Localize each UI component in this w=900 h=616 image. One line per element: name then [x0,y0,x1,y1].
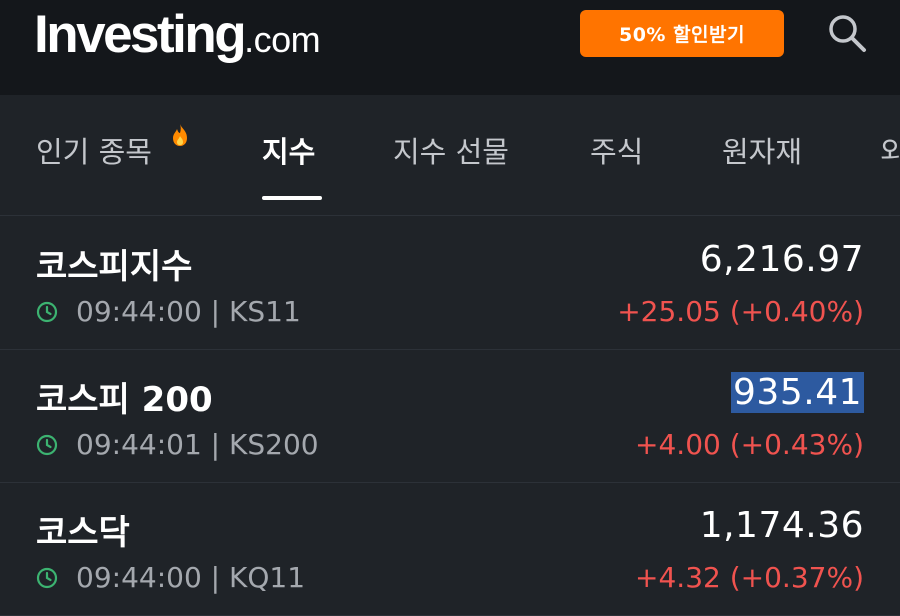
fire-icon [170,123,190,147]
list-item[interactable]: 코스피 200 09:44:01 | KS200 935.41 +4.00 (+… [0,350,900,483]
logo-suffix-text: .com [244,19,321,60]
active-tab-indicator [262,196,322,200]
price-change: +25.05 (+0.40%) [617,295,864,328]
last-price: 1,174.36 [699,505,864,546]
clock-icon [36,567,58,588]
list-item[interactable]: 코스닥 09:44:00 | KQ11 1,174.36 +4.32 (+0.3… [0,483,900,616]
logo-main-text: Investing [34,5,247,64]
instrument-name: 코스닥 [36,513,130,553]
search-icon[interactable] [826,12,870,56]
tab-popular[interactable]: 인기 종목 [36,129,152,171]
instrument-meta: 09:44:00 | KQ11 [36,561,305,594]
selected-price-text[interactable]: 935.41 [731,372,864,413]
clock-icon [36,434,58,455]
time-and-code: 09:44:00 | KQ11 [76,561,306,594]
top-header: Investing.com 50% 할인받기 [0,0,900,95]
time-and-code: 09:44:01 | KS200 [76,428,319,461]
instrument-name: 코스피 200 [36,380,213,420]
tab-index-futures[interactable]: 지수 선물 [393,129,509,171]
list-item[interactable]: 코스피지수 09:44:00 | KS11 6,216.97 +25.05 (+… [0,217,900,350]
instrument-meta: 09:44:00 | KS11 [36,295,301,328]
instrument-name: 코스피지수 [36,247,193,287]
last-price: 935.41 [731,372,864,413]
price-change: +4.00 (+0.43%) [635,428,864,461]
tab-stocks[interactable]: 주식 [590,129,643,171]
category-tabs: 인기 종목 지수 지수 선물 주식 원자재 외 [0,95,900,216]
promo-discount-button[interactable]: 50% 할인받기 [580,10,784,57]
time-and-code: 09:44:00 | KS11 [76,295,301,328]
tab-indices[interactable]: 지수 [262,129,315,171]
last-price: 6,216.97 [699,239,864,280]
investing-logo[interactable]: Investing.com [34,4,321,65]
instrument-meta: 09:44:01 | KS200 [36,428,319,461]
tab-more[interactable]: 외 [880,129,900,171]
tab-commodities[interactable]: 원자재 [722,129,802,171]
clock-icon [36,301,58,322]
price-change: +4.32 (+0.37%) [635,561,864,594]
